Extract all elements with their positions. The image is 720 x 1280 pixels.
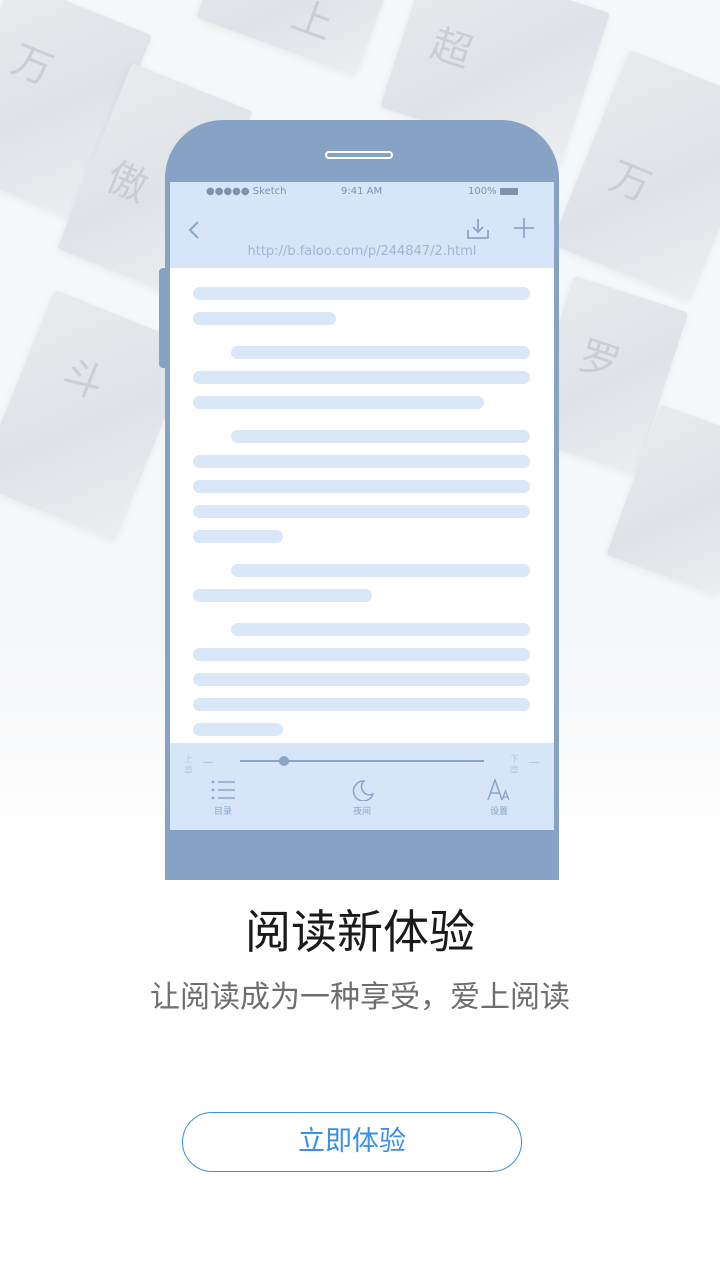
slider-handle[interactable] — [278, 756, 289, 766]
status-bar: ●●●●● Sketch 9:41 AM 100% — [170, 182, 554, 204]
back-chevron-icon[interactable] — [184, 216, 206, 244]
battery-indicator: 100% — [468, 186, 518, 197]
battery-icon — [499, 187, 518, 195]
prev-chapter-label[interactable]: 上章 — [184, 755, 194, 777]
text-placeholder-line — [193, 648, 530, 661]
download-icon[interactable] — [466, 216, 490, 242]
toolbar-night-button[interactable]: 夜间 — [332, 779, 392, 817]
text-placeholder-line — [193, 698, 530, 711]
page-title: 阅读新体验 — [245, 905, 475, 959]
text-placeholder-line — [193, 312, 336, 325]
phone-screen: ●●●●● Sketch 9:41 AM 100% http://b.faloo… — [170, 182, 554, 830]
divider — [529, 762, 539, 763]
text-placeholder-line — [193, 723, 283, 736]
battery-percent: 100% — [468, 186, 497, 197]
text-placeholder-line — [231, 623, 530, 636]
text-placeholder-line — [193, 530, 283, 543]
toolbar-settings-button[interactable]: 设置 — [469, 779, 529, 817]
text-placeholder-line — [193, 371, 530, 384]
text-placeholder-line — [193, 589, 372, 602]
try-now-button[interactable]: 立即体验 — [182, 1112, 522, 1172]
moon-icon — [352, 780, 375, 801]
toolbar-catalog-button[interactable]: 目录 — [193, 779, 253, 817]
font-settings-icon — [487, 779, 510, 801]
phone-side-button — [159, 268, 167, 368]
toolbar-item-label: 设置 — [489, 807, 508, 817]
next-chapter-label[interactable]: 下章 — [510, 755, 520, 777]
book-cover: 上 — [196, 0, 394, 76]
url-text: http://b.faloo.com/p/244847/2.html — [247, 244, 477, 259]
text-placeholder-line — [193, 455, 530, 468]
reading-content-placeholder — [170, 268, 554, 743]
list-icon — [211, 780, 235, 800]
text-placeholder-line — [193, 480, 530, 493]
reader-nav-bar: http://b.faloo.com/p/244847/2.html — [170, 204, 554, 268]
phone-speaker — [325, 151, 393, 159]
clock: 9:41 AM — [341, 186, 383, 197]
text-placeholder-line — [231, 346, 530, 359]
text-placeholder-line — [193, 673, 530, 686]
text-placeholder-line — [231, 430, 530, 443]
reader-toolbar: 上章 下章 目录 夜间 设置 — [170, 743, 554, 830]
toolbar-item-label: 目录 — [213, 807, 232, 817]
carrier-label: ●●●●● Sketch — [206, 186, 287, 197]
add-bookmark-icon[interactable] — [512, 214, 536, 242]
text-placeholder-line — [193, 396, 484, 409]
divider — [203, 762, 213, 763]
page-subtitle: 让阅读成为一种享受，爱上阅读 — [150, 980, 570, 1015]
text-placeholder-line — [231, 564, 530, 577]
chapter-progress-slider[interactable] — [240, 756, 484, 766]
text-placeholder-line — [193, 505, 530, 518]
text-placeholder-line — [193, 287, 530, 300]
toolbar-item-label: 夜间 — [352, 807, 371, 817]
